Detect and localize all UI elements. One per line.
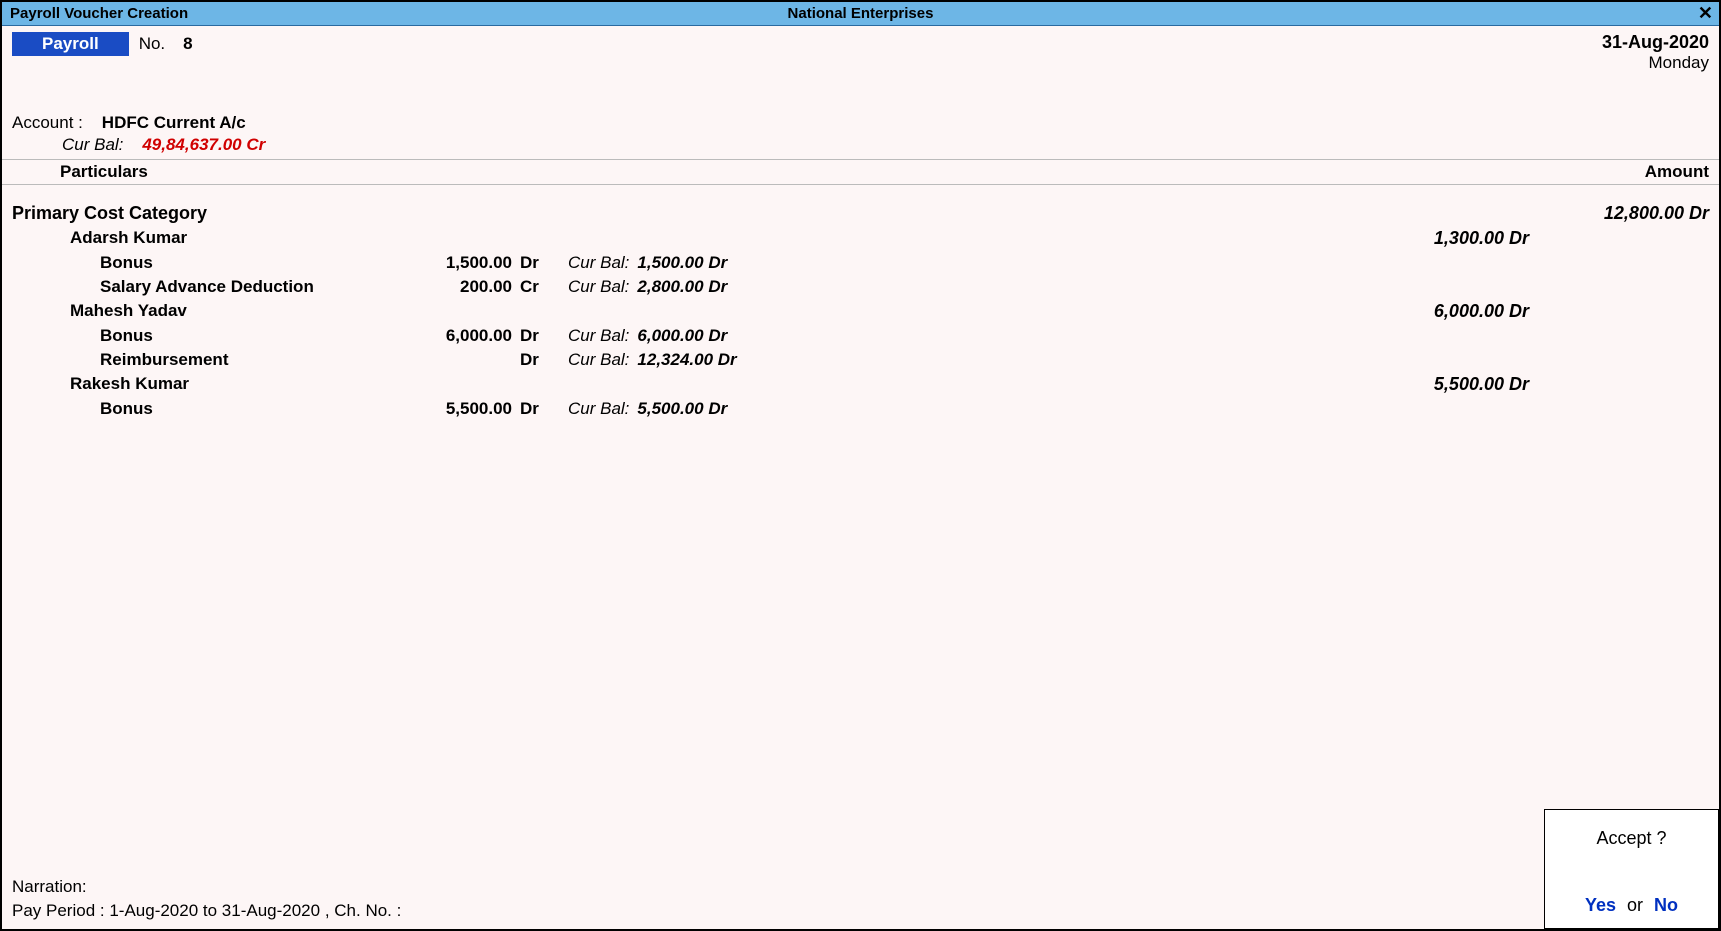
account-name[interactable]: HDFC Current A/c [102,113,246,132]
payhead-row: Bonus 1,500.00 Dr Cur Bal: 1,500.00 Dr [12,253,1709,273]
payhead-curbal-value: 1,500.00 Dr [629,253,727,273]
payhead-curbal-value: 5,500.00 Dr [629,399,727,419]
accept-dialog: Accept ? Yes or No [1544,809,1719,929]
account-curbal-row: Cur Bal: 49,84,637.00 Cr [2,135,1719,155]
voucher-type-badge[interactable]: Payroll [12,32,129,56]
col-particulars: Particulars [12,162,1509,182]
accept-buttons: Yes or No [1585,895,1678,916]
employee-name[interactable]: Adarsh Kumar [12,228,1369,249]
category-name[interactable]: Primary Cost Category [12,203,1529,224]
payhead-amount[interactable]: 6,000.00 [402,326,512,346]
col-amount: Amount [1509,162,1709,182]
voucher-date-block: 31-Aug-2020 Monday [1602,32,1709,73]
account-row: Account : HDFC Current A/c [2,73,1719,133]
payhead-curbal-label: Cur Bal: [552,350,629,370]
payhead-drcr: Dr [512,326,552,346]
voucher-left: Payroll No. 8 [12,32,193,56]
payhead-curbal-label: Cur Bal: [552,326,629,346]
account-curbal-value: 49,84,637.00 Cr [142,135,265,154]
accept-no-button[interactable]: No [1654,895,1678,915]
title-center: National Enterprises [788,5,934,22]
title-left: Payroll Voucher Creation [10,5,188,22]
payhead-drcr: Dr [512,350,552,370]
payhead-curbal-value: 12,324.00 Dr [629,350,736,370]
employee-amount: 6,000.00 Dr [1369,301,1709,322]
payhead-row: Salary Advance Deduction 200.00 Cr Cur B… [12,277,1709,297]
payhead-curbal-label: Cur Bal: [552,399,629,419]
voucher-window: Payroll Voucher Creation National Enterp… [0,0,1721,931]
accept-or-text: or [1627,895,1643,915]
payhead-drcr: Dr [512,399,552,419]
payhead-amount[interactable]: 5,500.00 [402,399,512,419]
title-bar: Payroll Voucher Creation National Enterp… [2,2,1719,26]
payhead-name[interactable]: Reimbursement [12,350,402,370]
payhead-curbal-label: Cur Bal: [552,253,629,273]
employee-row: Adarsh Kumar 1,300.00 Dr [12,228,1709,249]
payhead-row: Reimbursement Dr Cur Bal: 12,324.00 Dr [12,350,1709,370]
employee-row: Rakesh Kumar 5,500.00 Dr [12,374,1709,395]
payhead-name[interactable]: Bonus [12,253,402,273]
columns-header: Particulars Amount [2,159,1719,185]
category-row: Primary Cost Category 12,800.00 Dr [12,203,1709,224]
payhead-row: Bonus 6,000.00 Dr Cur Bal: 6,000.00 Dr [12,326,1709,346]
close-icon[interactable]: ✕ [1698,3,1713,24]
voucher-no-value[interactable]: 8 [183,34,192,54]
voucher-no-label: No. [139,34,165,54]
body-area: Primary Cost Category 12,800.00 Dr Adars… [2,185,1719,419]
voucher-header: Payroll No. 8 31-Aug-2020 Monday [2,26,1719,73]
voucher-date[interactable]: 31-Aug-2020 [1602,32,1709,53]
payhead-curbal-label: Cur Bal: [552,277,629,297]
payhead-name[interactable]: Bonus [12,326,402,346]
account-curbal-label: Cur Bal: [62,135,123,154]
narration-label: Narration: [12,877,1709,897]
voucher-day: Monday [1602,53,1709,73]
payhead-drcr: Cr [512,277,552,297]
payhead-name[interactable]: Salary Advance Deduction [12,277,402,297]
employee-amount: 5,500.00 Dr [1369,374,1709,395]
payperiod-text[interactable]: Pay Period : 1-Aug-2020 to 31-Aug-2020 ,… [12,901,1709,921]
employee-name[interactable]: Mahesh Yadav [12,301,1369,322]
payhead-amount[interactable]: 200.00 [402,277,512,297]
bottom-area: Narration: Pay Period : 1-Aug-2020 to 31… [12,877,1709,921]
payhead-curbal-value: 2,800.00 Dr [629,277,727,297]
payhead-name[interactable]: Bonus [12,399,402,419]
payhead-row: Bonus 5,500.00 Dr Cur Bal: 5,500.00 Dr [12,399,1709,419]
employee-amount: 1,300.00 Dr [1369,228,1709,249]
payhead-drcr: Dr [512,253,552,273]
payhead-curbal-value: 6,000.00 Dr [629,326,727,346]
employee-row: Mahesh Yadav 6,000.00 Dr [12,301,1709,322]
accept-yes-button[interactable]: Yes [1585,895,1616,915]
payhead-amount[interactable]: 1,500.00 [402,253,512,273]
accept-title: Accept ? [1596,828,1666,849]
employee-name[interactable]: Rakesh Kumar [12,374,1369,395]
category-total: 12,800.00 Dr [1529,203,1709,224]
account-label: Account : [12,113,83,132]
